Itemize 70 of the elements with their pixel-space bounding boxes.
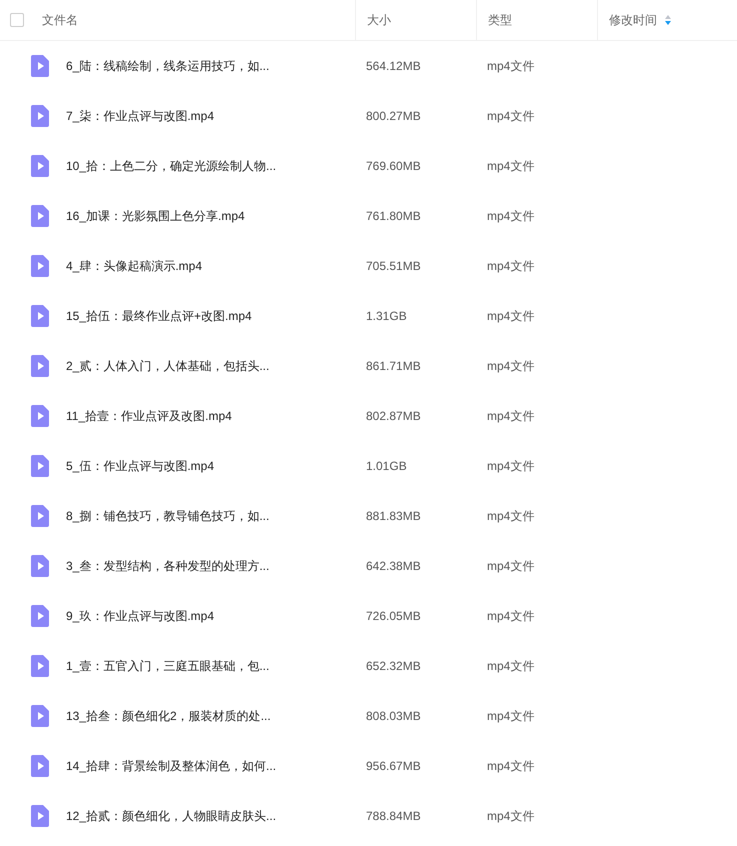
file-size: 808.03MB [366,709,421,723]
file-name[interactable]: 16_加课：光影氛围上色分享.mp4 [66,208,245,224]
column-header[interactable]: 修改时间 [609,12,657,28]
file-type: mp4文件 [487,458,534,474]
file-type: mp4文件 [487,408,534,424]
file-type: mp4文件 [487,708,534,724]
column-header[interactable]: 类型 [488,12,512,28]
file-name[interactable]: 2_贰：人体入门，人体基础，包括头... [66,358,270,374]
file-type: mp4文件 [487,558,534,574]
file-name[interactable]: 10_拾：上色二分，确定光源绘制人物... [66,158,276,174]
video-file-icon [31,405,49,427]
file-size: 802.87MB [366,409,421,423]
file-size: 642.38MB [366,559,421,573]
video-file-icon [31,255,49,277]
file-size: 726.05MB [366,609,421,623]
file-type: mp4文件 [487,308,534,324]
file-size: 800.27MB [366,109,421,123]
video-file-icon [31,455,49,477]
video-file-icon [31,805,49,827]
file-size: 788.84MB [366,809,421,823]
file-type: mp4文件 [487,608,534,624]
file-size: 861.71MB [366,359,421,373]
file-type: mp4文件 [487,508,534,524]
file-name[interactable]: 15_拾伍：最终作业点评+改图.mp4 [66,308,252,324]
file-size: 1.31GB [366,309,407,323]
file-name[interactable]: 13_拾叁：颜色细化2，服装材质的处... [66,708,271,724]
file-name[interactable]: 7_柒：作业点评与改图.mp4 [66,108,214,124]
column-header[interactable]: 文件名 [42,12,78,28]
column-header[interactable]: 大小 [367,12,391,28]
file-name[interactable]: 4_肆：头像起稿演示.mp4 [66,258,202,274]
file-type: mp4文件 [487,758,534,774]
file-name[interactable]: 6_陆：线稿绘制，线条运用技巧，如... [66,58,270,74]
file-type: mp4文件 [487,208,534,224]
file-name[interactable]: 11_拾壹：作业点评及改图.mp4 [66,408,232,424]
file-name[interactable]: 14_拾肆：背景绘制及整体润色，如何... [66,758,276,774]
file-size: 881.83MB [366,509,421,523]
file-name[interactable]: 9_玖：作业点评与改图.mp4 [66,608,214,624]
file-size: 652.32MB [366,659,421,673]
file-size: 705.51MB [366,259,421,273]
file-size: 769.60MB [366,159,421,173]
file-size: 956.67MB [366,759,421,773]
file-type: mp4文件 [487,258,534,274]
video-file-icon [31,355,49,377]
file-size: 1.01GB [366,459,407,473]
file-type: mp4文件 [487,808,534,824]
video-file-icon [31,105,49,127]
video-file-icon [31,755,49,777]
file-type: mp4文件 [487,108,534,124]
video-file-icon [31,205,49,227]
file-type: mp4文件 [487,658,534,674]
video-file-icon [31,305,49,327]
sort-icon[interactable] [665,15,671,25]
file-name[interactable]: 1_壹：五官入门，三庭五眼基础，包... [66,658,270,674]
file-type: mp4文件 [487,58,534,74]
file-type: mp4文件 [487,158,534,174]
video-file-icon [31,605,49,627]
video-file-icon [31,155,49,177]
video-file-icon [31,505,49,527]
file-name[interactable]: 5_伍：作业点评与改图.mp4 [66,458,214,474]
video-file-icon [31,55,49,77]
file-name[interactable]: 3_叁：发型结构，各种发型的处理方... [66,558,270,574]
file-name[interactable]: 8_捌：铺色技巧，教导铺色技巧，如... [66,508,270,524]
select-all-checkbox[interactable] [10,13,24,27]
video-file-icon [31,555,49,577]
file-name[interactable]: 12_拾贰：颜色细化，人物眼睛皮肤头... [66,808,276,824]
file-type: mp4文件 [487,358,534,374]
video-file-icon [31,655,49,677]
file-size: 564.12MB [366,59,421,73]
video-file-icon [31,705,49,727]
file-size: 761.80MB [366,209,421,223]
